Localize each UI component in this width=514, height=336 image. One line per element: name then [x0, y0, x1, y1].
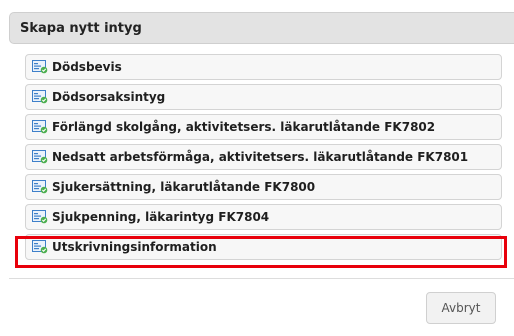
certificate-item-label: Utskrivningsinformation	[52, 240, 217, 254]
footer-divider	[9, 278, 514, 279]
certificate-icon	[32, 150, 48, 164]
certificate-item-label: Förlängd skolgång, aktivitetsers. läkaru…	[52, 120, 436, 134]
create-certificate-dialog: Skapa nytt intyg Dödsbevis Dödsorsaksint…	[0, 0, 514, 336]
certificate-icon	[32, 210, 48, 224]
dialog-title: Skapa nytt intyg	[20, 20, 142, 36]
certificate-item-utskrivningsinformation[interactable]: Utskrivningsinformation	[25, 234, 502, 260]
certificate-item-label: Sjukersättning, läkarutlåtande FK7800	[52, 180, 316, 194]
certificate-icon	[32, 60, 48, 74]
certificate-item-fk7801[interactable]: Nedsatt arbetsförmåga, aktivitetsers. lä…	[25, 144, 502, 170]
certificate-type-list: Dödsbevis Dödsorsaksintyg Förlängd skolg…	[25, 54, 502, 264]
certificate-icon	[32, 90, 48, 104]
certificate-icon	[32, 180, 48, 194]
certificate-icon	[32, 240, 48, 254]
certificate-item-fk7802[interactable]: Förlängd skolgång, aktivitetsers. läkaru…	[25, 114, 502, 140]
certificate-item-fk7804[interactable]: Sjukpenning, läkarintyg FK7804	[25, 204, 502, 230]
certificate-item-label: Dödsbevis	[52, 60, 122, 74]
cancel-button[interactable]: Avbryt	[426, 292, 496, 324]
certificate-icon	[32, 120, 48, 134]
dialog-header: Skapa nytt intyg	[9, 12, 514, 44]
certificate-item-dodsbevis[interactable]: Dödsbevis	[25, 54, 502, 80]
certificate-item-fk7800[interactable]: Sjukersättning, läkarutlåtande FK7800	[25, 174, 502, 200]
certificate-item-label: Nedsatt arbetsförmåga, aktivitetsers. lä…	[52, 150, 469, 164]
certificate-item-dodsorsaksintyg[interactable]: Dödsorsaksintyg	[25, 84, 502, 110]
certificate-item-label: Dödsorsaksintyg	[52, 90, 166, 104]
certificate-item-label: Sjukpenning, läkarintyg FK7804	[52, 210, 270, 224]
